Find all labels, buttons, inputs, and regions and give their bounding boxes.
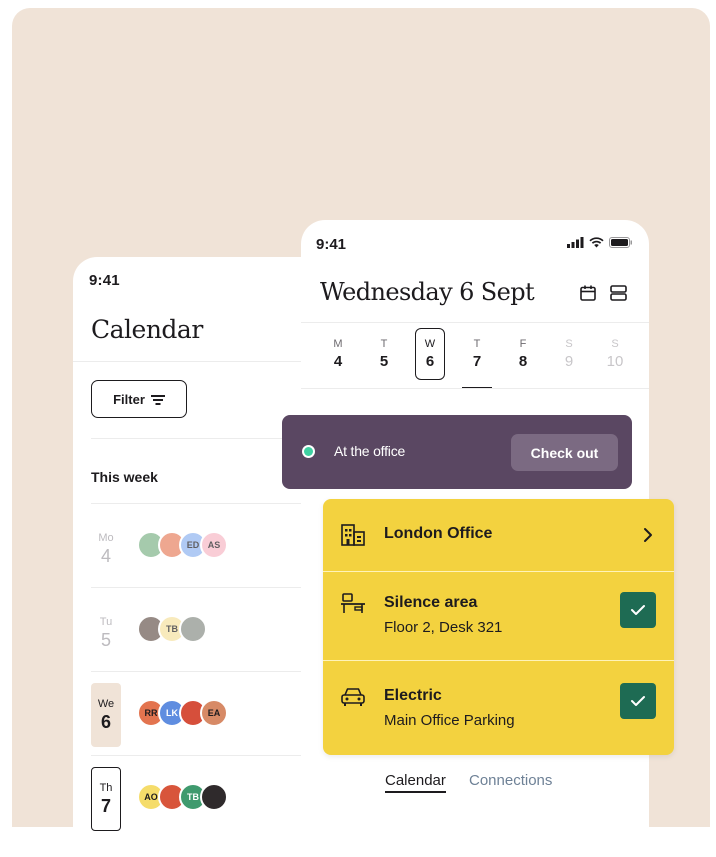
battery-icon: [609, 237, 632, 248]
chevron-right-icon[interactable]: [643, 527, 653, 543]
office-status-banner: At the office Check out: [282, 415, 632, 489]
week-day[interactable]: F8: [508, 328, 538, 380]
day-tag-selected: Th 7: [91, 767, 121, 831]
page-title: Wednesday 6 Sept: [320, 278, 535, 306]
check-icon: [631, 605, 645, 615]
status-dot: [304, 447, 313, 456]
check-icon: [631, 696, 645, 706]
header-actions: [580, 285, 627, 301]
attendee-avatars: RR LK EA: [137, 699, 228, 727]
week-day[interactable]: S9: [554, 328, 584, 380]
week-day[interactable]: S 10: [600, 328, 630, 380]
divider: [301, 322, 649, 323]
desk-title: Silence area: [384, 594, 478, 611]
avatar: EA: [200, 699, 228, 727]
week-day[interactable]: T5: [369, 328, 399, 380]
day-number: 7: [100, 795, 111, 816]
day-tag: Mo 4: [91, 519, 121, 579]
divider: [301, 388, 649, 389]
signal-icon: [567, 237, 584, 248]
calendar-icon[interactable]: [580, 285, 596, 301]
desk-subtitle: Floor 2, Desk 321: [384, 619, 503, 636]
filter-icon: [150, 394, 165, 405]
filter-button[interactable]: Filter: [91, 380, 187, 418]
section-title: This week: [91, 469, 158, 485]
attendee-avatars: ED AS: [137, 531, 228, 559]
day-abbr: Tu: [99, 615, 113, 628]
desk-checkbox[interactable]: [620, 592, 656, 628]
day-tag-today: We 6: [91, 683, 121, 747]
wifi-icon: [589, 237, 604, 248]
tab-connections[interactable]: Connections: [469, 772, 552, 789]
day-abbr: Th: [99, 781, 113, 794]
page-title: Calendar: [91, 315, 203, 344]
day-abbr: We: [97, 697, 115, 710]
avatar: AS: [200, 531, 228, 559]
booking-card: London Office Silence area Floor 2, Desk…: [323, 499, 674, 755]
filter-label: Filter: [113, 391, 145, 407]
day-number: 5: [100, 629, 111, 650]
week-day-selected[interactable]: W6: [415, 328, 445, 380]
avatar: [200, 783, 228, 811]
week-day[interactable]: M4: [323, 328, 353, 380]
day-abbr: Mo: [98, 531, 114, 544]
parking-subtitle: Main Office Parking: [384, 712, 515, 729]
parking-title: Electric: [384, 687, 442, 704]
status-time: 9:41: [89, 272, 120, 289]
car-icon: [341, 688, 365, 706]
tab-calendar[interactable]: Calendar: [385, 772, 446, 793]
parking-checkbox[interactable]: [620, 683, 656, 719]
avatar: [179, 615, 207, 643]
attendee-avatars: TB: [137, 615, 207, 643]
check-out-button[interactable]: Check out: [511, 434, 618, 471]
status-icons: [567, 237, 633, 248]
week-strip: M4 T5 W6 T7 F8 S9 S 10: [323, 328, 633, 389]
status-text: At the office: [334, 443, 406, 459]
status-time: 9:41: [316, 236, 347, 253]
parking-row: Electric Main Office Parking: [323, 661, 674, 755]
desk-icon: [341, 593, 365, 613]
attendee-avatars: AO TB: [137, 783, 228, 811]
list-view-icon[interactable]: [610, 285, 627, 301]
day-number: 6: [100, 711, 111, 732]
day-number: 4: [100, 545, 111, 566]
location-row[interactable]: London Office: [323, 499, 674, 571]
desk-row: Silence area Floor 2, Desk 321: [323, 572, 674, 660]
building-icon: [341, 524, 365, 546]
day-tag: Tu 5: [91, 603, 121, 663]
week-day[interactable]: T7: [462, 328, 492, 380]
location-title: London Office: [384, 525, 493, 542]
